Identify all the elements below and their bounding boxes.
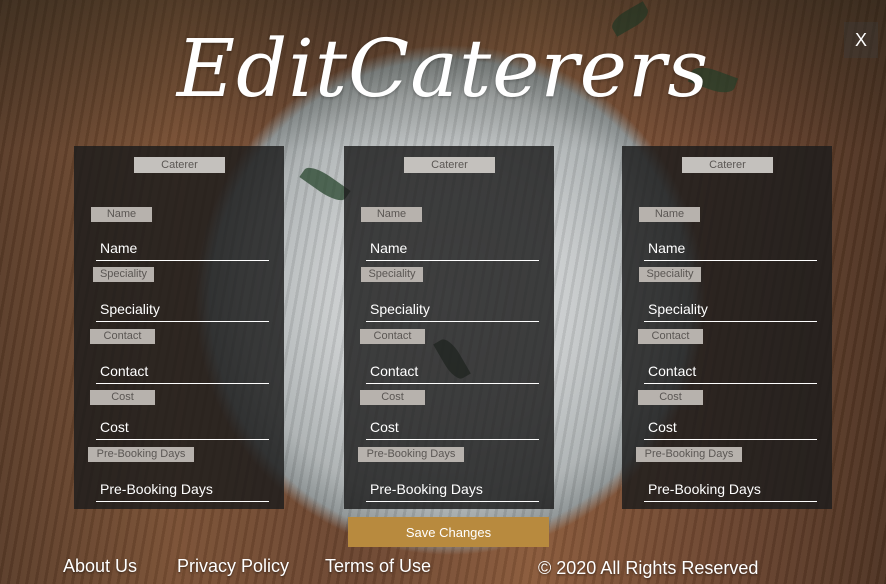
cost-label: Cost [90,390,155,405]
caterer-tag: Caterer [404,157,495,173]
copyright-text: © 2020 All Rights Reserved [538,558,759,578]
caterer-card-1: Caterer Name Speciality Contact Cost Pre… [74,146,284,509]
pre-booking-days-label: Pre-Booking Days [88,447,194,462]
caterer-tag: Caterer [134,157,225,173]
caterer-card-3: Caterer Name Speciality Contact Cost Pre… [622,146,832,509]
name-label: Name [91,207,152,222]
name-field[interactable] [96,235,269,261]
pre-booking-days-field[interactable] [366,476,539,502]
name-field[interactable] [366,235,539,261]
cost-field[interactable] [366,414,539,440]
footer-link-privacy[interactable]: Privacy Policy [177,556,289,577]
pre-booking-days-field[interactable] [96,476,269,502]
contact-label: Contact [638,329,703,344]
leaf-decoration [299,162,351,206]
speciality-field[interactable] [96,296,269,322]
footer-link-about[interactable]: About Us [63,556,137,577]
page-title: EditCaterers [176,22,710,115]
speciality-field[interactable] [644,296,817,322]
save-changes-button[interactable]: Save Changes [348,517,549,547]
cost-label: Cost [638,390,703,405]
caterer-tag: Caterer [682,157,773,173]
contact-field[interactable] [366,358,539,384]
cost-field[interactable] [644,414,817,440]
speciality-label: Speciality [639,267,701,282]
pre-booking-days-label: Pre-Booking Days [636,447,742,462]
contact-label: Contact [360,329,425,344]
speciality-label: Speciality [361,267,423,282]
pre-booking-days-label: Pre-Booking Days [358,447,464,462]
speciality-label: Speciality [93,267,154,282]
contact-label: Contact [90,329,155,344]
speciality-field[interactable] [366,296,539,322]
contact-field[interactable] [644,358,817,384]
name-field[interactable] [644,235,817,261]
name-label: Name [639,207,700,222]
name-label: Name [361,207,422,222]
pre-booking-days-field[interactable] [644,476,817,502]
cost-field[interactable] [96,414,269,440]
contact-field[interactable] [96,358,269,384]
caterer-card-2: Caterer Name Speciality Contact Cost Pre… [344,146,554,509]
cost-label: Cost [360,390,425,405]
footer-link-terms[interactable]: Terms of Use [325,556,431,577]
